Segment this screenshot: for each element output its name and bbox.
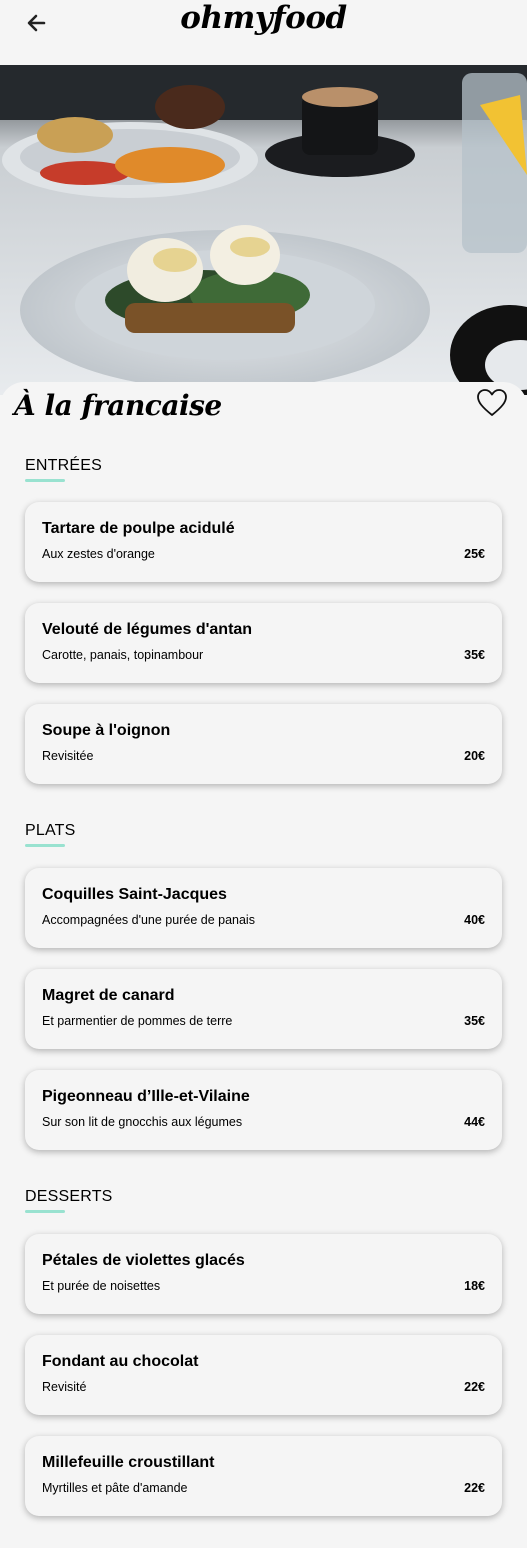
menu-item-card[interactable]: Millefeuille croustillant Myrtilles et p… [25,1436,502,1516]
menu-item-price: 22€ [464,1481,485,1495]
menu-item-name: Velouté de légumes d'antan [42,621,253,638]
menu-item-price: 20€ [464,749,485,763]
restaurant-title: À la francaise [14,389,222,422]
section-underline [25,479,65,482]
menu-item-card[interactable]: Magret de canard Et parmentier de pommes… [25,969,502,1049]
menu-item-card[interactable]: Tartare de poulpe acidulé Aux zestes d'o… [25,502,502,582]
menu-item-description: Revisité [42,1380,87,1394]
menu-item-description: Myrtilles et pâte d'amande [42,1481,188,1495]
restaurant-hero-image [0,65,527,395]
section-title-entrees: ENTRÉES [25,457,102,474]
menu-item-card[interactable]: Fondant au chocolat Revisité 22€ [25,1335,502,1415]
menu-item-name: Tartare de poulpe acidulé [42,520,235,537]
menu-item-card[interactable]: Pétales de violettes glacés Et purée de … [25,1234,502,1314]
menu-item-price: 40€ [464,913,485,927]
menu-item-name: Pétales de violettes glacés [42,1252,245,1269]
menu-item-price: 22€ [464,1380,485,1394]
menu-item-price: 25€ [464,547,485,561]
menu-item-price: 18€ [464,1279,485,1293]
menu-item-card[interactable]: Pigeonneau d’Ille-et-Vilaine Sur son lit… [25,1070,502,1150]
menu-item-name: Soupe à l'oignon [42,722,171,739]
section-underline [25,1210,65,1213]
heart-outline-icon [477,389,507,416]
menu-item-price: 44€ [464,1115,485,1129]
menu-item-card[interactable]: Velouté de légumes d'antan Carotte, pana… [25,603,502,683]
section-underline [25,844,65,847]
section-title-plats: PLATS [25,822,76,839]
menu-item-name: Coquilles Saint-Jacques [42,886,227,903]
menu-item-price: 35€ [464,1014,485,1028]
menu-item-name: Pigeonneau d’Ille-et-Vilaine [42,1088,250,1105]
app-logo[interactable]: ohmyfood [0,0,527,36]
menu-item-description: Revisitée [42,749,94,763]
menu-item-description: Sur son lit de gnocchis aux légumes [42,1115,243,1129]
favorite-button[interactable] [476,388,508,418]
menu-item-name: Magret de canard [42,987,175,1004]
menu-item-name: Millefeuille croustillant [42,1454,215,1471]
menu-item-card[interactable]: Coquilles Saint-Jacques Accompagnées d'u… [25,868,502,948]
menu-item-price: 35€ [464,648,485,662]
menu-item-description: Accompagnées d'une purée de panais [42,913,255,927]
menu-sheet: À la francaise ENTRÉES Tartare de poulpe… [0,382,527,1548]
section-title-desserts: DESSERTS [25,1188,113,1205]
menu-item-description: Carotte, panais, topinambour [42,648,204,662]
menu-item-description: Et parmentier de pommes de terre [42,1014,233,1028]
menu-item-name: Fondant au chocolat [42,1353,199,1370]
app-header: ohmyfood [0,0,527,65]
menu-item-description: Et purée de noisettes [42,1279,161,1293]
menu-item-card[interactable]: Soupe à l'oignon Revisitée 20€ [25,704,502,784]
menu-item-description: Aux zestes d'orange [42,547,155,561]
